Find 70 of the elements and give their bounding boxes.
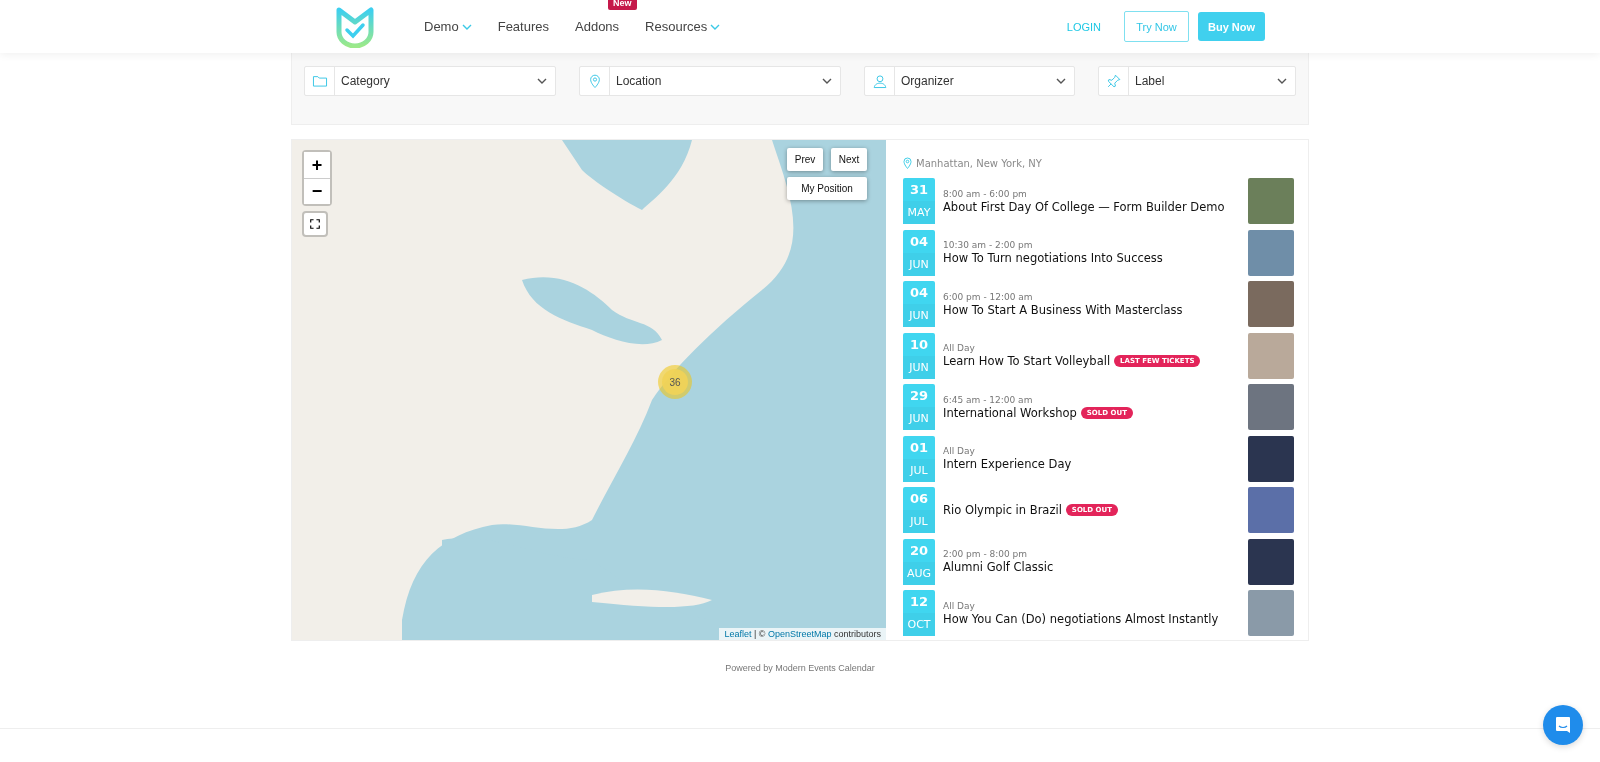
date-badge: 04 JUN — [903, 229, 935, 276]
chevron-down-icon — [537, 78, 547, 84]
nav-link[interactable]: Features — [497, 19, 549, 34]
date-badge: 29 JUN — [903, 384, 935, 430]
date-badge: 01 JUL — [903, 435, 935, 482]
location-pin-icon — [903, 157, 912, 169]
event-time: 8:00 am - 6:00 pm — [943, 188, 1028, 199]
pin-icon — [1105, 73, 1122, 89]
fullscreen-icon — [310, 217, 320, 231]
chevron-down-icon — [1277, 78, 1287, 84]
event-title[interactable]: Intern Experience Day — [943, 457, 1072, 471]
powered-by-text: Powered by Modern Events Calendar — [725, 663, 875, 673]
filter-dropdown[interactable]: Category — [304, 66, 556, 96]
prev-button[interactable]: Prev — [787, 148, 823, 171]
zoom-out-button[interactable]: − — [304, 178, 330, 204]
date-badge: 10 JUN — [903, 332, 935, 379]
event-title[interactable]: How To Start A Business With Masterclass — [943, 302, 1183, 317]
date-badge: 31 MAY — [903, 178, 935, 224]
event-time: 6:00 pm - 12:00 am — [943, 291, 1034, 302]
event-title[interactable]: Rio Olympic in Brazil — [943, 503, 1062, 517]
my-position-button[interactable]: My Position — [787, 177, 867, 200]
photo-placeholder — [1248, 332, 1294, 379]
event-time: 2:00 pm - 8:00 pm — [943, 549, 1029, 559]
event-title[interactable]: Alumni Golf Classic — [943, 560, 1054, 574]
event-time: 10:30 am - 2:00 pm — [943, 240, 1034, 250]
date-badge: 12 OCT — [903, 590, 935, 636]
photo-placeholder — [1248, 384, 1294, 430]
event-time: 6:45 am - 12:00 am — [943, 394, 1034, 405]
event-title[interactable]: How You Can (Do) negotiations Almost Instantly — [943, 611, 1219, 626]
chevron-down-icon — [1056, 78, 1066, 84]
photo-placeholder — [1248, 487, 1294, 533]
event-title[interactable]: International Workshop — [943, 405, 1077, 420]
caret-icon — [710, 23, 721, 30]
photo-placeholder — [1248, 538, 1294, 585]
filter-dropdown[interactable]: Organizer — [864, 66, 1075, 96]
date-badge: 04 JUN — [903, 281, 935, 327]
map-attribution: Leaflet | © OpenStreetMap contributors — [719, 628, 886, 640]
event-time: All Day — [943, 343, 976, 353]
photo-placeholder — [1248, 178, 1294, 224]
filter-dropdown[interactable]: Location — [579, 66, 841, 96]
date-badge: 20 AUG — [903, 538, 935, 585]
event-title[interactable]: Learn How To Start Volleyball — [943, 354, 1111, 368]
photo-placeholder — [1248, 229, 1294, 276]
new-badge: New — [608, 0, 637, 10]
folder-icon — [311, 73, 328, 89]
person-icon — [871, 73, 888, 89]
location-text: Manhattan, New York, NY — [916, 157, 1042, 169]
chat-button[interactable] — [1543, 705, 1583, 745]
photo-placeholder — [1248, 281, 1294, 327]
caret-icon — [461, 23, 472, 30]
logo-icon[interactable] — [334, 5, 376, 48]
map-tile[interactable] — [292, 140, 886, 640]
openstreetmap-link[interactable]: OpenStreetMap — [767, 629, 832, 639]
event-title[interactable]: How To Turn negotiations Into Success — [943, 251, 1163, 265]
nav-link[interactable]: Resources — [645, 19, 721, 34]
filter-dropdown[interactable]: Label — [1098, 66, 1296, 96]
event-title[interactable]: About First Day Of College — Form Builder Demo — [943, 199, 1225, 214]
photo-placeholder — [1248, 435, 1294, 482]
event-cluster-marker[interactable]: 36 — [658, 365, 692, 399]
next-button[interactable]: Next — [831, 148, 867, 171]
nav-link[interactable]: Addons — [575, 19, 620, 34]
photo-placeholder — [1248, 590, 1294, 636]
leaflet-link[interactable]: Leaflet — [724, 629, 752, 639]
chevron-down-icon — [822, 78, 832, 84]
nav-link[interactable]: Demo — [424, 19, 472, 34]
fullscreen-button[interactable] — [302, 211, 328, 237]
event-time: All Day — [943, 600, 976, 611]
event-time: All Day — [943, 446, 976, 456]
date-badge: 06 JUL — [903, 487, 935, 533]
chat-icon — [1555, 716, 1571, 734]
